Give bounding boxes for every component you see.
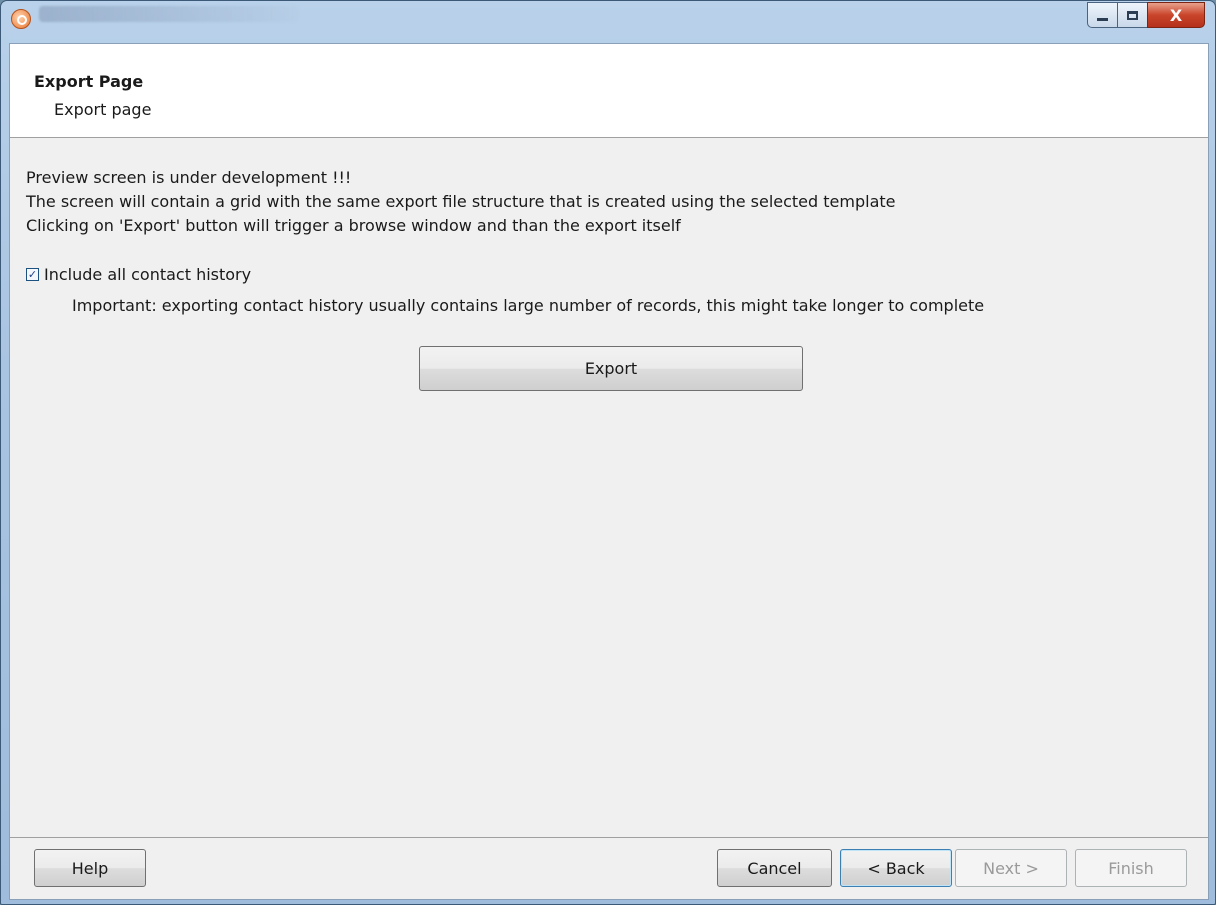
- help-button[interactable]: Help: [34, 849, 146, 887]
- window-controls: X: [1087, 2, 1205, 28]
- maximize-icon: [1127, 10, 1138, 20]
- include-history-label[interactable]: Include all contact history: [44, 265, 251, 284]
- close-button[interactable]: X: [1147, 2, 1205, 28]
- next-button[interactable]: Next >: [955, 849, 1067, 887]
- include-history-checkbox-row[interactable]: ✓ Include all contact history: [26, 262, 251, 286]
- page-title: Export Page: [34, 72, 144, 91]
- export-wizard-window: X Export Page Export page Preview screen…: [0, 0, 1216, 905]
- app-icon[interactable]: [11, 9, 31, 29]
- cancel-button[interactable]: Cancel: [717, 849, 832, 887]
- info-line: Preview screen is under development !!!: [26, 168, 352, 187]
- maximize-button[interactable]: [1117, 2, 1147, 28]
- info-text-block: Preview screen is under development !!! …: [26, 166, 1196, 238]
- history-warning-text: Important: exporting contact history usu…: [72, 296, 985, 315]
- export-button[interactable]: Export: [419, 346, 803, 391]
- window-title-blurred: [39, 6, 299, 22]
- info-line: Clicking on 'Export' button will trigger…: [26, 216, 681, 235]
- footer-divider: [10, 837, 1208, 838]
- include-history-checkbox[interactable]: ✓: [26, 267, 39, 281]
- minimize-icon: [1097, 17, 1108, 21]
- minimize-button[interactable]: [1087, 2, 1117, 28]
- page-subtitle: Export page: [54, 100, 152, 119]
- wizard-client-area: Export Page Export page Preview screen i…: [9, 43, 1209, 900]
- finish-button[interactable]: Finish: [1075, 849, 1187, 887]
- wizard-header: Export Page Export page: [10, 44, 1208, 138]
- title-bar[interactable]: X: [1, 1, 1215, 43]
- info-line: The screen will contain a grid with the …: [26, 192, 896, 211]
- close-icon: X: [1169, 5, 1183, 25]
- back-button[interactable]: < Back: [840, 849, 952, 887]
- checkmark-icon: ✓: [27, 267, 38, 281]
